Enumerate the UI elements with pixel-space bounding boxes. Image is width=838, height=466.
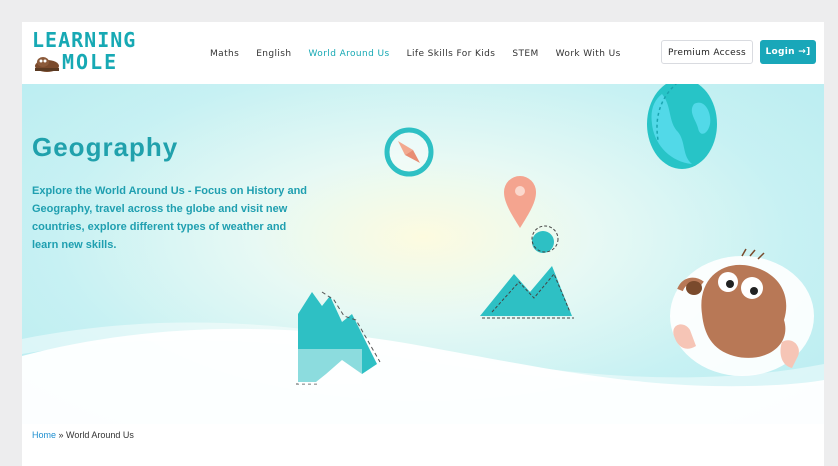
hero-description: Explore the World Around Us - Focus on H… (32, 185, 308, 251)
mole-logo-icon (35, 57, 59, 72)
breadcrumb-separator: » (56, 430, 67, 440)
login-button[interactable]: Login →] (760, 40, 816, 64)
main-nav: Maths English World Around Us Life Skill… (210, 46, 638, 62)
hero-banner: Geography Explore the World Around Us - … (22, 84, 824, 424)
mole-mascot-icon (670, 248, 814, 376)
compass-icon (384, 127, 434, 177)
nav-item-maths[interactable]: Maths (210, 46, 239, 62)
picture-icon (480, 225, 574, 319)
breadcrumb-home-link[interactable]: Home (32, 430, 56, 440)
breadcrumb-current: World Around Us (66, 430, 134, 440)
logo-text-learning: LEARNING (32, 28, 137, 52)
browser-frame: LEARNING MOLE Maths English World Around… (0, 0, 838, 466)
premium-access-button[interactable]: Premium Access (661, 40, 753, 64)
globe-icon (647, 84, 717, 169)
site-header: LEARNING MOLE Maths English World Around… (22, 22, 824, 84)
breadcrumb: Home » World Around Us (32, 430, 134, 440)
nav-item-world-around-us[interactable]: World Around Us (309, 46, 390, 62)
page-title: Geography (32, 132, 179, 162)
nav-item-life-skills[interactable]: Life Skills For Kids (407, 46, 496, 62)
nav-item-stem[interactable]: STEM (512, 46, 538, 62)
logo-text-mole: MOLE (62, 50, 119, 74)
page: LEARNING MOLE Maths English World Around… (22, 22, 824, 466)
site-logo[interactable]: LEARNING MOLE (32, 29, 142, 79)
map-pin-icon (504, 176, 536, 228)
nav-item-english[interactable]: English (256, 46, 291, 62)
nav-item-work-with-us[interactable]: Work With Us (556, 46, 621, 62)
